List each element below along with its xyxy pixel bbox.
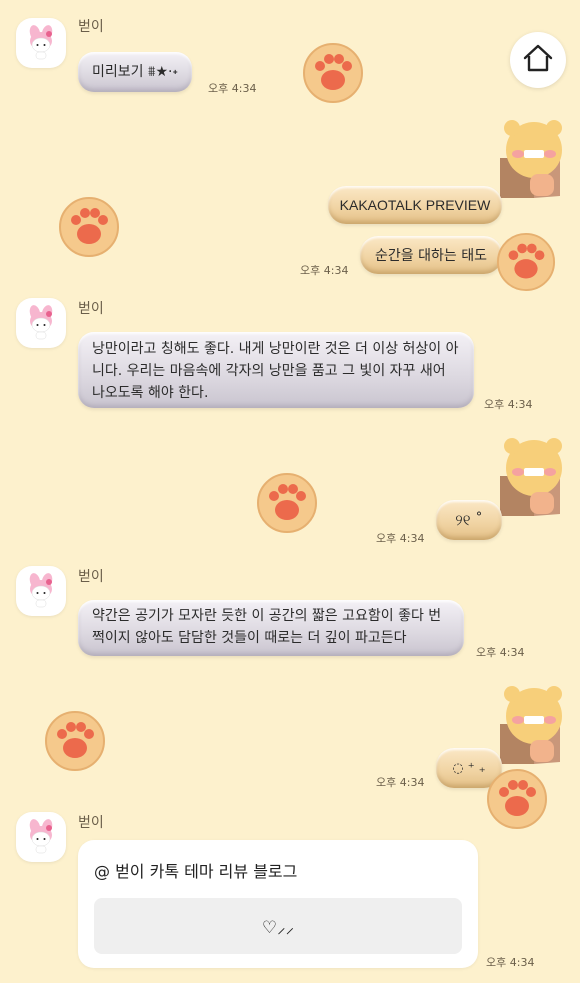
sender-name: 벋이 — [78, 301, 104, 317]
message-time: 오후 4:34 — [376, 532, 425, 545]
paw-sticker — [257, 473, 317, 533]
avatar[interactable] — [16, 566, 66, 616]
avatar[interactable] — [16, 298, 66, 348]
melody-icon — [29, 25, 53, 60]
home-button[interactable] — [510, 32, 566, 88]
message-time: 오후 4:34 — [300, 264, 349, 277]
message-time: 오후 4:34 — [484, 398, 533, 411]
message-bubble[interactable]: 순간을 대하는 태도 — [360, 236, 502, 274]
melody-icon — [29, 305, 53, 340]
link-action-button[interactable]: ♡⸝⸝ — [94, 898, 462, 954]
cat-box-sticker — [500, 120, 562, 198]
avatar[interactable] — [16, 812, 66, 862]
paw-sticker — [303, 43, 363, 103]
paw-sticker — [45, 711, 105, 771]
avatar[interactable] — [16, 18, 66, 68]
message-time: 오후 4:34 — [208, 82, 257, 95]
message-time: 오후 4:34 — [486, 956, 535, 969]
sender-name: 벋이 — [78, 19, 104, 35]
message-time: 오후 4:34 — [476, 646, 525, 659]
sender-name: 벋이 — [78, 569, 104, 585]
melody-icon — [29, 819, 53, 854]
message-bubble[interactable]: KAKAOTALK PREVIEW — [328, 186, 502, 224]
home-icon — [522, 43, 554, 77]
link-title: @ 벋이 카톡 테마 리뷰 블로그 — [94, 862, 298, 881]
message-time: 오후 4:34 — [376, 776, 425, 789]
message-bubble[interactable]: ୨୧ ˚ — [436, 500, 502, 540]
melody-icon — [29, 573, 53, 608]
cat-box-sticker — [500, 438, 562, 516]
paw-sticker — [59, 197, 119, 257]
sender-name: 벋이 — [78, 815, 104, 831]
message-bubble[interactable]: 미리보기 ⩩★·˖ — [78, 52, 192, 92]
cat-box-sticker — [500, 686, 562, 764]
message-bubble[interactable]: 낭만이라고 칭해도 좋다. 내게 낭만이란 것은 더 이상 허상이 아니다. 우… — [78, 332, 474, 408]
link-card[interactable]: @ 벋이 카톡 테마 리뷰 블로그 ♡⸝⸝ — [78, 840, 478, 968]
message-bubble[interactable]: 약간은 공기가 모자란 듯한 이 공간의 짧은 고요함이 좋다 번쩍이지 않아도… — [78, 600, 464, 656]
paw-sticker — [496, 232, 556, 292]
paw-sticker — [487, 769, 547, 829]
